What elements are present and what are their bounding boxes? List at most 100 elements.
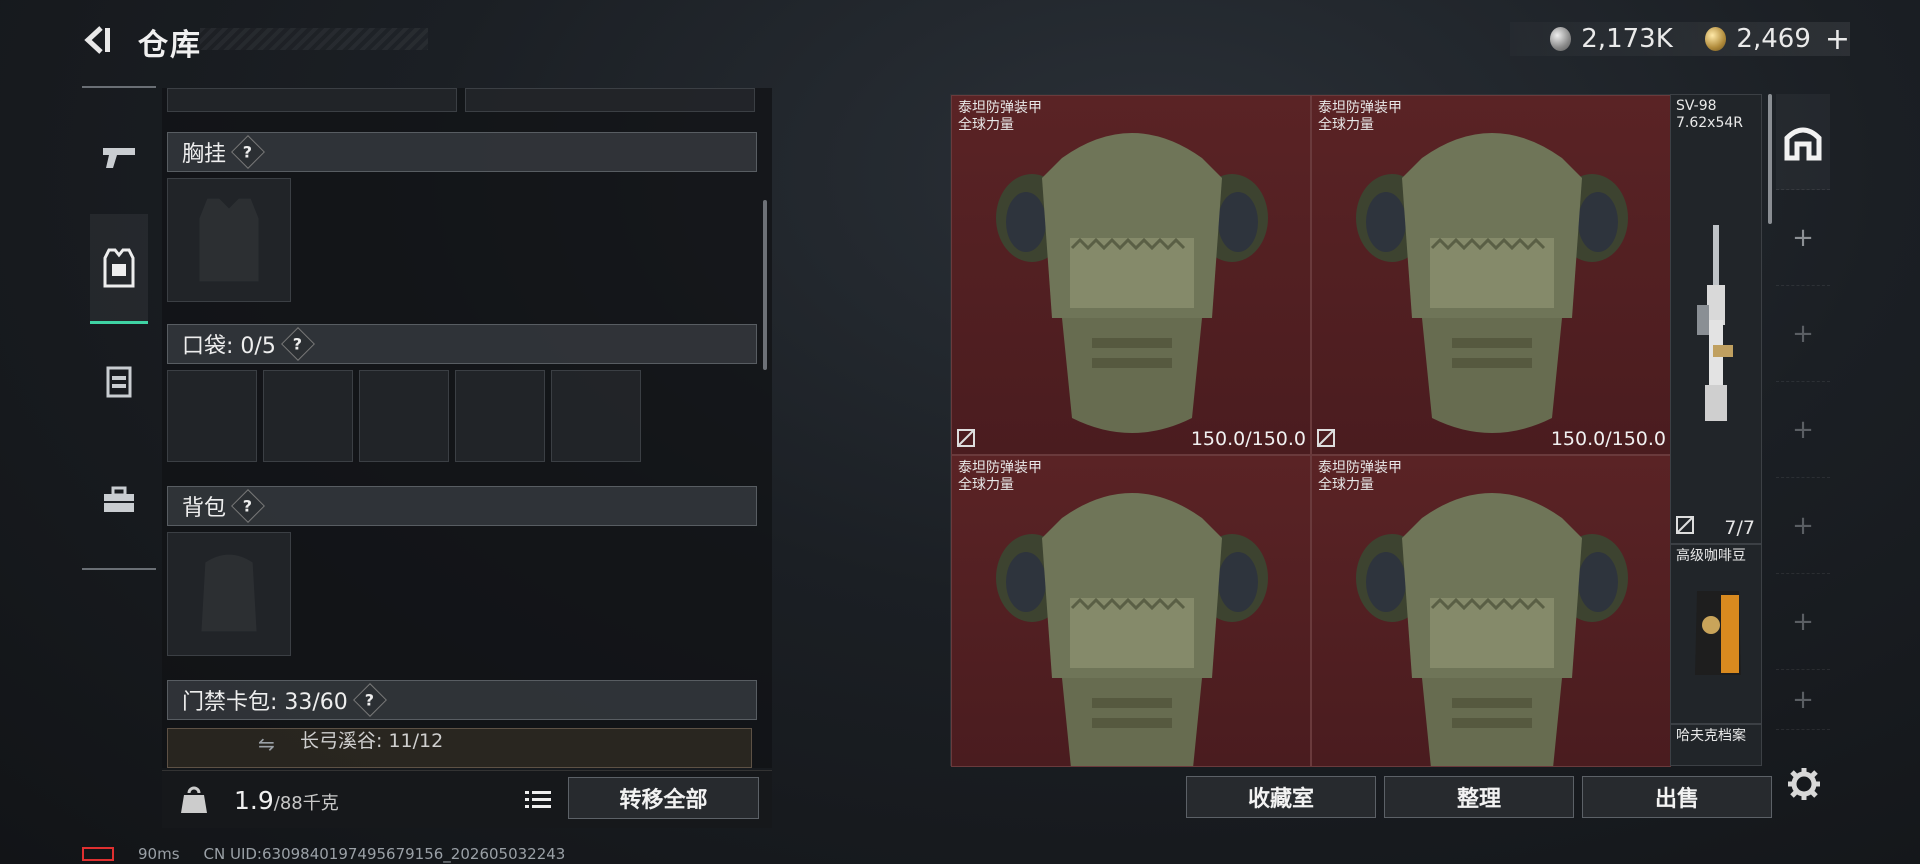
add-stash-page-button[interactable]: +	[1776, 286, 1830, 382]
scrollbar[interactable]	[763, 200, 767, 370]
stash-item-archive[interactable]: 哈夫克档案	[1670, 724, 1762, 766]
slot-top-left[interactable]	[167, 88, 457, 112]
item-name-line1: 泰坦防弹装甲	[958, 460, 1042, 476]
pocket-slot[interactable]	[263, 370, 353, 462]
ping-readout: 90ms	[138, 845, 180, 863]
sort-button[interactable]: 整理	[1384, 776, 1574, 818]
add-stash-page-button[interactable]: +	[1776, 478, 1830, 574]
title-decoration	[200, 28, 428, 50]
add-stash-page-button[interactable]: +	[1776, 190, 1830, 286]
coffee-bag-image	[1695, 591, 1741, 675]
slot-top-right[interactable]	[465, 88, 755, 112]
section-keycard: 门禁卡包: 33/60 ?	[167, 680, 757, 720]
stash-grid: 泰坦防弹装甲 全球力量 150.0/150.0 泰坦防弹装甲 全球力量 150.…	[950, 94, 1762, 767]
armor-vest-image	[996, 493, 1268, 766]
stash-item-armor[interactable]: 泰坦防弹装甲 全球力量 150.0/150.0	[951, 95, 1311, 455]
no-insurance-icon	[1317, 429, 1335, 447]
section-backpack: 背包 ?	[167, 486, 757, 526]
add-stash-page-button[interactable]: +	[1776, 574, 1830, 670]
sniper-rifle-image	[1697, 225, 1733, 421]
rail-item-backpack[interactable]	[90, 470, 148, 530]
item-name-line1: 泰坦防弹装甲	[1318, 460, 1402, 476]
transfer-all-button[interactable]: 转移全部	[568, 777, 759, 819]
stash-item-rifle[interactable]: SV-98 7.62x54R 7/7	[1670, 94, 1762, 544]
briefcase-icon	[104, 486, 134, 512]
stash-item-coffee[interactable]: 高级咖啡豆	[1670, 544, 1762, 724]
battery-icon	[82, 847, 114, 861]
help-icon[interactable]: ?	[280, 327, 315, 361]
add-stash-page-button[interactable]: +	[1776, 670, 1830, 730]
stash-scrollbar[interactable]	[1768, 94, 1772, 224]
keycard-map-count: 长弓溪谷: 11/12	[300, 730, 444, 752]
silver-coin-icon	[1550, 27, 1572, 51]
uid-text: CN UID:6309840197495679156_202605032243	[203, 845, 566, 863]
section-label: 门禁卡包: 33/60	[182, 690, 348, 715]
gear-icon	[1788, 768, 1820, 800]
chest-rig-icon	[106, 366, 132, 398]
armor-vest-image	[1356, 493, 1628, 766]
keycard-row[interactable]	[167, 728, 752, 768]
coffee-name: 高级咖啡豆	[1676, 548, 1746, 564]
rail-item-chest-rig[interactable]	[90, 352, 148, 412]
help-icon[interactable]: ?	[231, 489, 265, 523]
durability: 150.0/150.0	[1190, 428, 1306, 450]
rail-item-armor[interactable]	[90, 214, 148, 324]
stash-side-column: SV-98 7.62x54R 7/7 高级咖啡豆 哈夫克档案	[1670, 94, 1762, 766]
weight-max: /88千克	[273, 793, 339, 814]
item-name-line1: 泰坦防弹装甲	[1318, 100, 1402, 116]
backpack-placeholder-icon	[201, 554, 257, 632]
archive-name: 哈夫克档案	[1676, 728, 1746, 744]
gold-coin-icon	[1705, 27, 1727, 51]
help-icon[interactable]: ?	[231, 135, 265, 169]
silver-amount: 2,173K	[1581, 24, 1673, 54]
durability: 150.0/150.0	[1550, 428, 1666, 450]
stash-page-main[interactable]	[1776, 94, 1830, 190]
backpack-slot[interactable]	[167, 532, 291, 656]
currency-bar: 2,173K 2,469 +	[1510, 22, 1850, 57]
weight-icon	[174, 780, 214, 820]
collection-room-button[interactable]: 收藏室	[1186, 776, 1376, 818]
pocket-slot[interactable]	[455, 370, 545, 462]
item-name-line1: 泰坦防弹装甲	[958, 100, 1042, 116]
armor-vest-image	[996, 133, 1268, 433]
section-label: 胸挂	[182, 142, 227, 167]
pocket-slot[interactable]	[359, 370, 449, 462]
sell-button[interactable]: 出售	[1582, 776, 1772, 818]
pocket-slot[interactable]	[551, 370, 641, 462]
chest-rig-slot[interactable]	[167, 178, 291, 302]
stash-item-armor[interactable]: 泰坦防弹装甲 全球力量	[1311, 455, 1671, 767]
rail-item-weapons[interactable]	[90, 128, 148, 188]
rifle-ammo: 7.62x54R	[1676, 115, 1743, 131]
pocket-slot[interactable]	[167, 370, 257, 462]
no-insurance-icon	[1676, 516, 1694, 534]
section-label: 口袋: 0/5	[182, 334, 276, 359]
section-pockets: 口袋: 0/5 ?	[167, 324, 757, 364]
no-insurance-icon	[957, 429, 975, 447]
category-rail	[82, 86, 156, 570]
add-currency-button[interactable]: +	[1825, 22, 1850, 57]
help-icon[interactable]: ?	[352, 683, 387, 717]
swap-icon: ⇋	[258, 732, 275, 756]
item-name: SV-98 7.62x54R	[1676, 98, 1743, 132]
section-chest-rig: 胸挂 ?	[167, 132, 757, 172]
status-bar: 90ms CN UID:6309840197495679156_20260503…	[82, 845, 565, 863]
stash-home-icon	[1784, 127, 1822, 160]
page-title: 仓库	[138, 28, 202, 63]
gun-icon	[103, 148, 135, 168]
add-stash-page-button[interactable]: +	[1776, 382, 1830, 478]
weight-readout: 1.9/88千克	[234, 786, 339, 815]
settings-button[interactable]	[1784, 764, 1824, 804]
armor-vest-image	[1356, 133, 1628, 433]
stash-item-armor[interactable]: 泰坦防弹装甲 全球力量	[951, 455, 1311, 767]
stash-page-rail: + + + + + +	[1776, 94, 1830, 774]
rifle-name: SV-98	[1676, 98, 1717, 114]
weight-value: 1.9	[234, 786, 274, 815]
back-button[interactable]	[80, 20, 120, 60]
chest-rig-placeholder-icon	[199, 198, 259, 282]
stash-item-armor[interactable]: 泰坦防弹装甲 全球力量 150.0/150.0	[1311, 95, 1671, 455]
armor-vest-icon	[103, 248, 135, 287]
back-arrow-icon	[84, 26, 110, 54]
list-icon	[525, 791, 551, 808]
section-label: 背包	[182, 496, 227, 521]
list-view-button[interactable]	[520, 783, 556, 817]
